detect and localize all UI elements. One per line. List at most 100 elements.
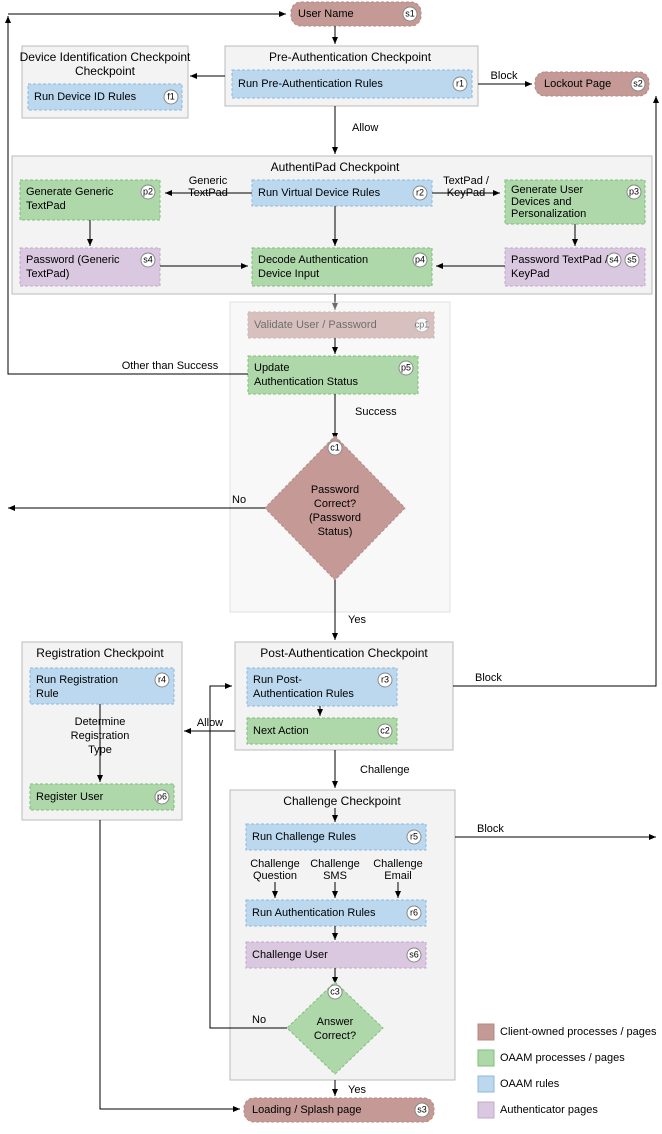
svg-text:Generate User: Generate User [511, 184, 583, 196]
svg-text:Next Action: Next Action [253, 725, 309, 737]
svg-text:Update: Update [254, 362, 289, 374]
svg-text:Post-Authentication Checkpoint: Post-Authentication Checkpoint [260, 646, 428, 660]
svg-text:Run Challenge Rules: Run Challenge Rules [252, 831, 356, 843]
svg-text:p5: p5 [401, 362, 411, 372]
svg-text:TextPad): TextPad) [26, 268, 69, 280]
svg-text:Rule: Rule [36, 688, 59, 700]
svg-text:Pre-Authentication Checkpoint: Pre-Authentication Checkpoint [269, 50, 432, 64]
edge-other-success: Other than Success [122, 360, 219, 372]
svg-text:TextPad: TextPad [26, 200, 66, 212]
svg-text:Challenge: Challenge [373, 858, 423, 870]
svg-text:Client-owned processes / pages: Client-owned processes / pages [500, 1026, 657, 1038]
svg-text:Password TextPad /: Password TextPad / [511, 254, 609, 266]
svg-text:Correct?: Correct? [314, 498, 356, 510]
edge-c3-yes: Yes [348, 1084, 366, 1096]
svg-text:p2: p2 [143, 186, 153, 196]
svg-text:r2: r2 [416, 187, 424, 197]
svg-text:User Name: User Name [298, 8, 354, 20]
svg-text:Lockout Page: Lockout Page [544, 78, 611, 90]
svg-text:Run Device ID Rules: Run Device ID Rules [34, 91, 137, 103]
svg-text:Question: Question [253, 870, 297, 882]
svg-text:Type: Type [88, 744, 112, 756]
svg-text:Status): Status) [318, 526, 353, 538]
group-post-auth: Post-Authentication Checkpoint Run Post-… [235, 642, 453, 750]
svg-text:Generate Generic: Generate Generic [26, 186, 114, 198]
svg-text:s4: s4 [609, 254, 619, 264]
svg-text:TextPad /: TextPad / [443, 175, 490, 187]
svg-text:f1: f1 [167, 91, 175, 101]
svg-text:p4: p4 [415, 254, 425, 264]
svg-text:s3: s3 [417, 1104, 427, 1114]
svg-text:Answer: Answer [317, 1016, 354, 1028]
edge-r3-block: Block [475, 672, 502, 684]
group-registration: Registration Checkpoint Run Registration… [22, 642, 182, 820]
edge-c3-no: No [252, 1014, 266, 1026]
edge-block: Block [491, 70, 518, 82]
legend: Client-owned processes / pages OAAM proc… [478, 1024, 657, 1118]
svg-text:Authentication Rules: Authentication Rules [253, 688, 354, 700]
svg-text:c2: c2 [380, 725, 390, 735]
svg-text:Password: Password [311, 484, 359, 496]
svg-text:Challenge: Challenge [310, 858, 360, 870]
svg-text:Run Virtual Device Rules: Run Virtual Device Rules [258, 187, 381, 199]
svg-text:Correct?: Correct? [314, 1030, 356, 1042]
svg-text:c3: c3 [330, 986, 340, 996]
svg-text:Password (Generic: Password (Generic [26, 254, 120, 266]
svg-text:SMS: SMS [323, 870, 347, 882]
svg-text:(Password: (Password [309, 512, 361, 524]
svg-text:Email: Email [384, 870, 412, 882]
edge-success: Success [355, 406, 397, 418]
svg-text:KeyPad: KeyPad [511, 268, 550, 280]
node-loading-splash: Loading / Splash page s3 [244, 1098, 434, 1122]
group-authentipad: AuthentiPad Checkpoint Run Virtual Devic… [12, 156, 652, 294]
node-lockout-page: Lockout Page s2 [535, 72, 649, 96]
svg-text:s2: s2 [633, 78, 643, 88]
svg-text:Run Pre-Authentication Rules: Run Pre-Authentication Rules [238, 78, 383, 90]
svg-text:Loading / Splash page: Loading / Splash page [252, 1104, 361, 1116]
svg-text:Devices and: Devices and [511, 196, 572, 208]
svg-text:Device Identification Checkpoi: Device Identification Checkpoint [20, 50, 191, 64]
group-challenge: Challenge Checkpoint Run Challenge Rules… [230, 790, 455, 1080]
svg-text:s6: s6 [409, 949, 419, 959]
svg-text:AuthentiPad Checkpoint: AuthentiPad Checkpoint [271, 160, 400, 174]
svg-text:r4: r4 [158, 674, 166, 684]
svg-text:Challenge Checkpoint: Challenge Checkpoint [283, 794, 401, 808]
svg-text:r6: r6 [410, 907, 418, 917]
svg-text:OAAM processes / pages: OAAM processes / pages [500, 1052, 625, 1064]
edge-c1-no: No [232, 494, 246, 506]
svg-text:Challenge User: Challenge User [252, 949, 328, 961]
svg-text:r3: r3 [381, 674, 389, 684]
svg-text:Register User: Register User [36, 791, 104, 803]
svg-text:Registration Checkpoint: Registration Checkpoint [36, 646, 164, 660]
svg-text:Run Post-: Run Post- [253, 674, 302, 686]
svg-text:Personalization: Personalization [511, 208, 586, 220]
svg-text:Checkpoint: Checkpoint [75, 64, 136, 78]
svg-text:p6: p6 [157, 791, 167, 801]
svg-text:KeyPad: KeyPad [447, 187, 486, 199]
svg-text:Run Registration: Run Registration [36, 674, 118, 686]
svg-text:Authenticator pages: Authenticator pages [500, 1104, 598, 1116]
svg-text:TextPad: TextPad [188, 187, 228, 199]
svg-text:r5: r5 [410, 831, 418, 841]
svg-text:Run Authentication Rules: Run Authentication Rules [252, 907, 376, 919]
svg-text:p3: p3 [629, 186, 639, 196]
group-device-id: Device Identification Checkpoint Checkpo… [20, 46, 191, 118]
svg-text:c1: c1 [330, 442, 340, 452]
flowchart: User Name s1 Pre-Authentication Checkpoi… [0, 0, 662, 1134]
svg-text:s1: s1 [405, 8, 415, 18]
svg-text:r1: r1 [456, 78, 464, 88]
edge-r5-block: Block [477, 823, 504, 835]
svg-text:Registration: Registration [71, 730, 130, 742]
node-user-name: User Name s1 [291, 2, 421, 26]
svg-text:s5: s5 [627, 254, 637, 264]
svg-text:Challenge: Challenge [250, 858, 300, 870]
svg-text:Device Input: Device Input [258, 268, 319, 280]
group-pre-auth: Pre-Authentication Checkpoint Run Pre-Au… [225, 46, 478, 106]
svg-text:Decode Authentication: Decode Authentication [258, 254, 368, 266]
svg-text:OAAM rules: OAAM rules [500, 1078, 560, 1090]
edge-allow: Allow [352, 122, 378, 134]
node-update-auth-status: Update Authentication Status p5 [248, 356, 418, 394]
edge-c1-yes: Yes [348, 614, 366, 626]
edge-c2-challenge: Challenge [360, 764, 410, 776]
svg-text:s4: s4 [143, 254, 153, 264]
